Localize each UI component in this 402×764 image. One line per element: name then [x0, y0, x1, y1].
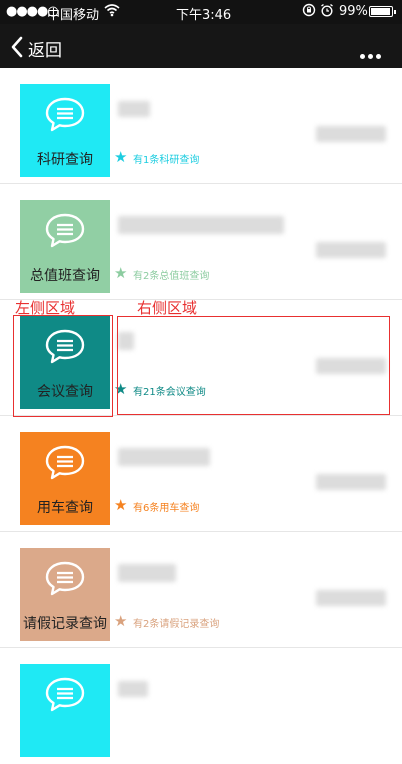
wifi-icon	[104, 3, 120, 21]
chat-bubble-icon	[44, 212, 86, 254]
list-item[interactable]: 总值班查询 ★ 有2条总值班查询	[0, 184, 402, 300]
tile-icon[interactable]: 用车查询	[20, 432, 110, 525]
count-text: 有6条用车查询	[133, 503, 200, 514]
tile-icon[interactable]	[20, 664, 110, 757]
count-text: 有1条科研查询	[133, 155, 200, 166]
chat-bubble-icon	[44, 560, 86, 602]
tile-icon[interactable]: 科研查询	[20, 84, 110, 177]
list-item[interactable]: 请假记录查询 ★ 有2条请假记录查询	[0, 532, 402, 648]
tile-icon[interactable]: 请假记录查询	[20, 548, 110, 641]
count-text: 有2条请假记录查询	[133, 619, 220, 630]
annotation-right-label: 右侧区域	[137, 299, 198, 317]
list-item[interactable]: 用车查询 ★ 有6条用车查询	[0, 416, 402, 532]
tile-label: 科研查询	[37, 152, 93, 168]
clock: 下午3:46	[176, 8, 232, 23]
star-icon: ★	[114, 148, 128, 166]
chat-bubble-icon	[44, 444, 86, 486]
nav-bar: 返回	[0, 24, 402, 68]
status-bar: ●●●●○ 中国移动 下午3:46 99%	[0, 0, 402, 24]
star-icon: ★	[114, 264, 128, 282]
battery-icon	[369, 6, 396, 17]
annotation-left-box	[13, 315, 113, 417]
carrier-label: 中国移动	[47, 8, 100, 23]
alarm-icon	[320, 3, 334, 21]
chat-bubble-icon	[44, 96, 86, 138]
more-icon[interactable]	[360, 44, 384, 63]
count-text: 有2条总值班查询	[133, 271, 210, 282]
battery-percent: 99%	[339, 4, 368, 19]
tile-icon[interactable]: 总值班查询	[20, 200, 110, 293]
tile-label: 用车查询	[37, 500, 93, 516]
list-item[interactable]	[0, 648, 402, 764]
tile-label: 请假记录查询	[23, 616, 107, 632]
chevron-left-icon[interactable]	[10, 36, 24, 62]
rotation-lock-icon	[302, 3, 316, 21]
star-icon: ★	[114, 612, 128, 630]
annotation-right-box	[117, 316, 390, 415]
list-item[interactable]: 科研查询 ★ 有1条科研查询	[0, 68, 402, 184]
tile-label: 总值班查询	[30, 268, 100, 284]
back-button[interactable]: 返回	[28, 36, 62, 61]
star-icon: ★	[114, 496, 128, 514]
